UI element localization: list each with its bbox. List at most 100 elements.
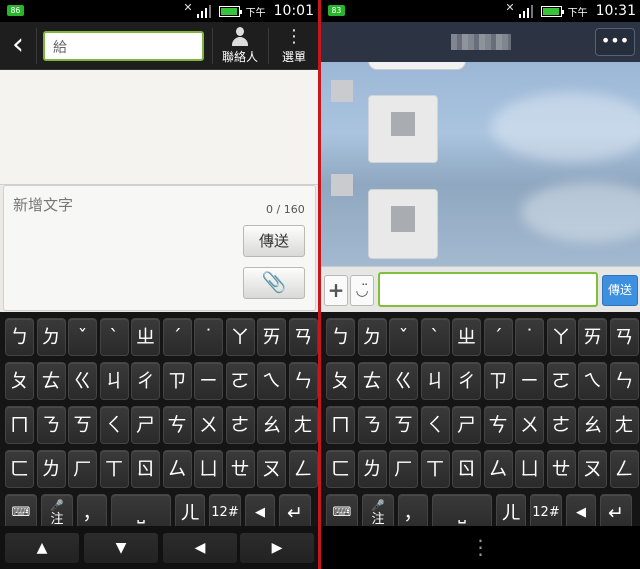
- key-2-0[interactable]: ㄇ: [326, 406, 355, 444]
- key-2-9[interactable]: ㄤ: [609, 406, 639, 444]
- key-2-7[interactable]: ㄜ: [546, 406, 576, 444]
- key-2-3[interactable]: ㄑ: [420, 406, 450, 444]
- key-1-3[interactable]: ㄐ: [99, 362, 129, 400]
- key-1-6[interactable]: ㄧ: [515, 362, 544, 400]
- key-2-2[interactable]: ㄎ: [68, 406, 97, 444]
- key-1-4[interactable]: ㄔ: [452, 362, 481, 400]
- contacts-button[interactable]: 聯絡人: [214, 27, 266, 67]
- key-1-9[interactable]: ㄣ: [609, 362, 639, 400]
- key-1-1[interactable]: ㄊ: [36, 362, 66, 400]
- key-0-1[interactable]: ㄉ: [357, 318, 387, 356]
- key-3-8[interactable]: ㄡ: [257, 450, 286, 488]
- key-0-3[interactable]: ˋ: [99, 318, 129, 356]
- emoji-button[interactable]: ◡̈: [350, 275, 374, 306]
- send-button[interactable]: 傳送: [243, 225, 305, 257]
- sticker-message[interactable]: [368, 95, 438, 163]
- enter-key[interactable]: ↵: [600, 494, 632, 526]
- key-1-1[interactable]: ㄊ: [357, 362, 387, 400]
- key-1-3[interactable]: ㄐ: [420, 362, 450, 400]
- key-3-5[interactable]: ㄙ: [483, 450, 513, 488]
- key-0-4[interactable]: ㄓ: [452, 318, 481, 356]
- key-2-6[interactable]: ㄨ: [194, 406, 223, 444]
- key-2-6[interactable]: ㄨ: [515, 406, 544, 444]
- more-options-button[interactable]: •••: [595, 28, 635, 56]
- key-2-5[interactable]: ㄘ: [483, 406, 513, 444]
- key-0-5[interactable]: ˊ: [162, 318, 192, 356]
- key-1-5[interactable]: ㄗ: [483, 362, 513, 400]
- key-3-5[interactable]: ㄙ: [162, 450, 192, 488]
- key-2-1[interactable]: ㄋ: [36, 406, 66, 444]
- er-key[interactable]: ㄦ: [496, 494, 526, 526]
- key-1-4[interactable]: ㄔ: [131, 362, 160, 400]
- key-0-7[interactable]: ㄚ: [546, 318, 576, 356]
- key-0-0[interactable]: ㄅ: [5, 318, 34, 356]
- key-0-0[interactable]: ㄅ: [326, 318, 355, 356]
- cursor-down-key[interactable]: ▼: [84, 533, 158, 563]
- key-3-6[interactable]: ㄩ: [515, 450, 544, 488]
- key-1-9[interactable]: ㄣ: [288, 362, 318, 400]
- key-2-4[interactable]: ㄕ: [452, 406, 481, 444]
- cursor-right-key[interactable]: ▶: [240, 533, 314, 563]
- key-1-7[interactable]: ㄛ: [546, 362, 576, 400]
- key-0-8[interactable]: ㄞ: [578, 318, 607, 356]
- space-key[interactable]: ⎵: [432, 494, 492, 526]
- key-1-5[interactable]: ㄗ: [162, 362, 192, 400]
- overflow-dots-icon[interactable]: ⋮: [321, 526, 640, 569]
- recipient-input[interactable]: 給: [43, 31, 204, 61]
- key-3-7[interactable]: ㄝ: [225, 450, 255, 488]
- key-3-8[interactable]: ㄡ: [578, 450, 607, 488]
- key-0-2[interactable]: ˇ: [68, 318, 97, 356]
- key-3-6[interactable]: ㄩ: [194, 450, 223, 488]
- key-1-0[interactable]: ㄆ: [326, 362, 355, 400]
- chat-text-input[interactable]: [378, 272, 598, 307]
- key-3-9[interactable]: ㄥ: [288, 450, 318, 488]
- cursor-left-key[interactable]: ◀: [163, 533, 237, 563]
- back-arrow-icon[interactable]: ‹: [2, 26, 34, 66]
- key-1-2[interactable]: ㄍ: [389, 362, 418, 400]
- attach-button[interactable]: 📎: [243, 267, 305, 299]
- key-2-3[interactable]: ㄑ: [99, 406, 129, 444]
- key-0-2[interactable]: ˇ: [389, 318, 418, 356]
- key-0-9[interactable]: ㄢ: [288, 318, 318, 356]
- mic-key[interactable]: 🎤 注: [362, 494, 394, 526]
- cursor-up-key[interactable]: ▲: [5, 533, 79, 563]
- key-0-1[interactable]: ㄉ: [36, 318, 66, 356]
- key-0-6[interactable]: ˙: [515, 318, 544, 356]
- key-0-3[interactable]: ˋ: [420, 318, 450, 356]
- key-3-4[interactable]: ㄖ: [452, 450, 481, 488]
- key-2-7[interactable]: ㄜ: [225, 406, 255, 444]
- key-0-5[interactable]: ˊ: [483, 318, 513, 356]
- key-0-8[interactable]: ㄞ: [257, 318, 286, 356]
- key-2-4[interactable]: ㄕ: [131, 406, 160, 444]
- backspace-key[interactable]: ◀: [566, 494, 596, 526]
- key-2-8[interactable]: ㄠ: [257, 406, 286, 444]
- key-0-9[interactable]: ㄢ: [609, 318, 639, 356]
- key-3-1[interactable]: ㄌ: [357, 450, 387, 488]
- keyboard-switch-key[interactable]: ⌨: [326, 494, 358, 526]
- key-2-0[interactable]: ㄇ: [5, 406, 34, 444]
- key-1-8[interactable]: ㄟ: [257, 362, 286, 400]
- key-0-7[interactable]: ㄚ: [225, 318, 255, 356]
- key-0-4[interactable]: ㄓ: [131, 318, 160, 356]
- numbers-key[interactable]: 12#: [530, 494, 562, 526]
- key-3-2[interactable]: ㄏ: [389, 450, 418, 488]
- key-3-4[interactable]: ㄖ: [131, 450, 160, 488]
- key-3-9[interactable]: ㄥ: [609, 450, 639, 488]
- key-1-6[interactable]: ㄧ: [194, 362, 223, 400]
- key-3-0[interactable]: ㄈ: [5, 450, 34, 488]
- key-1-2[interactable]: ㄍ: [68, 362, 97, 400]
- key-1-7[interactable]: ㄛ: [225, 362, 255, 400]
- key-3-2[interactable]: ㄏ: [68, 450, 97, 488]
- key-2-5[interactable]: ㄘ: [162, 406, 192, 444]
- key-0-6[interactable]: ˙: [194, 318, 223, 356]
- comma-key[interactable]: ，: [398, 494, 428, 526]
- key-3-0[interactable]: ㄈ: [326, 450, 355, 488]
- key-3-7[interactable]: ㄝ: [546, 450, 576, 488]
- send-button[interactable]: 傳送: [602, 275, 638, 306]
- sticker-message[interactable]: [368, 189, 438, 259]
- key-3-1[interactable]: ㄌ: [36, 450, 66, 488]
- plus-button[interactable]: +: [324, 275, 348, 306]
- key-3-3[interactable]: ㄒ: [99, 450, 129, 488]
- key-1-0[interactable]: ㄆ: [5, 362, 34, 400]
- key-1-8[interactable]: ㄟ: [578, 362, 607, 400]
